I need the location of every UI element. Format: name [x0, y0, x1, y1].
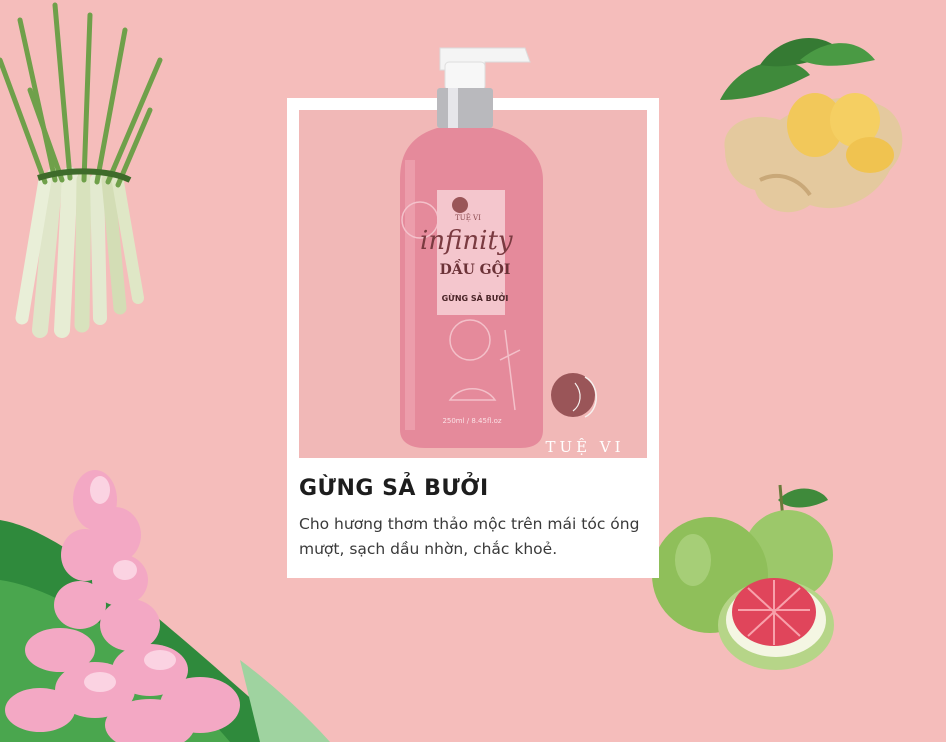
ginger-root: [720, 38, 903, 213]
torch-ginger-flower: [0, 470, 330, 742]
card-description: Cho hương thơm thảo mộc trên mái tóc óng…: [299, 515, 640, 558]
product-photo: [299, 110, 647, 458]
product-card: GỪNG SẢ BƯỞI Cho hương thơm thảo mộc trê…: [287, 98, 659, 578]
card-title: GỪNG SẢ BƯỞI: [299, 476, 489, 501]
pomelo-fruits: [652, 484, 834, 670]
lemongrass-bundle: [0, 2, 163, 338]
